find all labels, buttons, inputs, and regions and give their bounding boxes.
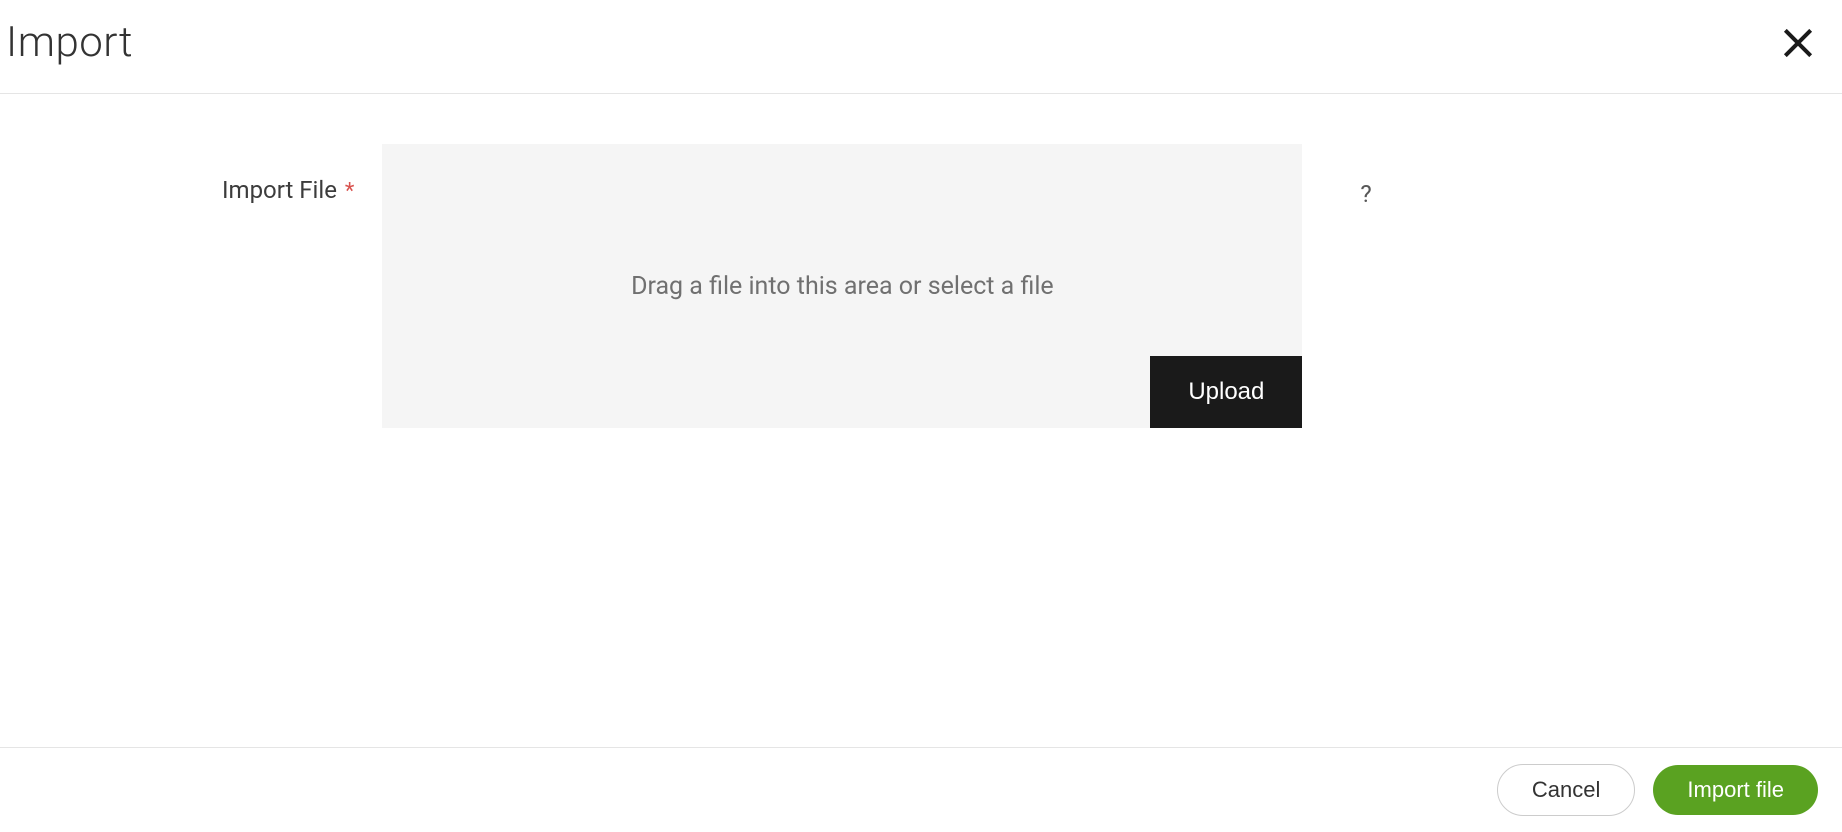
dropzone-instruction: Drag a file into this area or select a f… bbox=[631, 272, 1054, 301]
help-icon[interactable]: ? bbox=[1360, 144, 1371, 208]
import-file-label-text: Import File bbox=[222, 176, 337, 204]
required-asterisk: * bbox=[345, 179, 354, 204]
dialog-title: Import bbox=[6, 18, 133, 67]
import-file-row: Import File * Drag a file into this area… bbox=[222, 144, 1372, 428]
dialog-content: Import File * Drag a file into this area… bbox=[0, 94, 1842, 428]
upload-button[interactable]: Upload bbox=[1150, 356, 1302, 428]
close-button[interactable] bbox=[1774, 19, 1822, 67]
import-file-label: Import File * bbox=[222, 144, 354, 204]
close-icon bbox=[1779, 24, 1817, 62]
import-file-button[interactable]: Import file bbox=[1653, 765, 1818, 815]
cancel-button[interactable]: Cancel bbox=[1497, 764, 1635, 816]
dialog-header: Import bbox=[0, 0, 1842, 94]
file-dropzone[interactable]: Drag a file into this area or select a f… bbox=[382, 144, 1302, 428]
dialog-footer: Cancel Import file bbox=[0, 747, 1842, 832]
